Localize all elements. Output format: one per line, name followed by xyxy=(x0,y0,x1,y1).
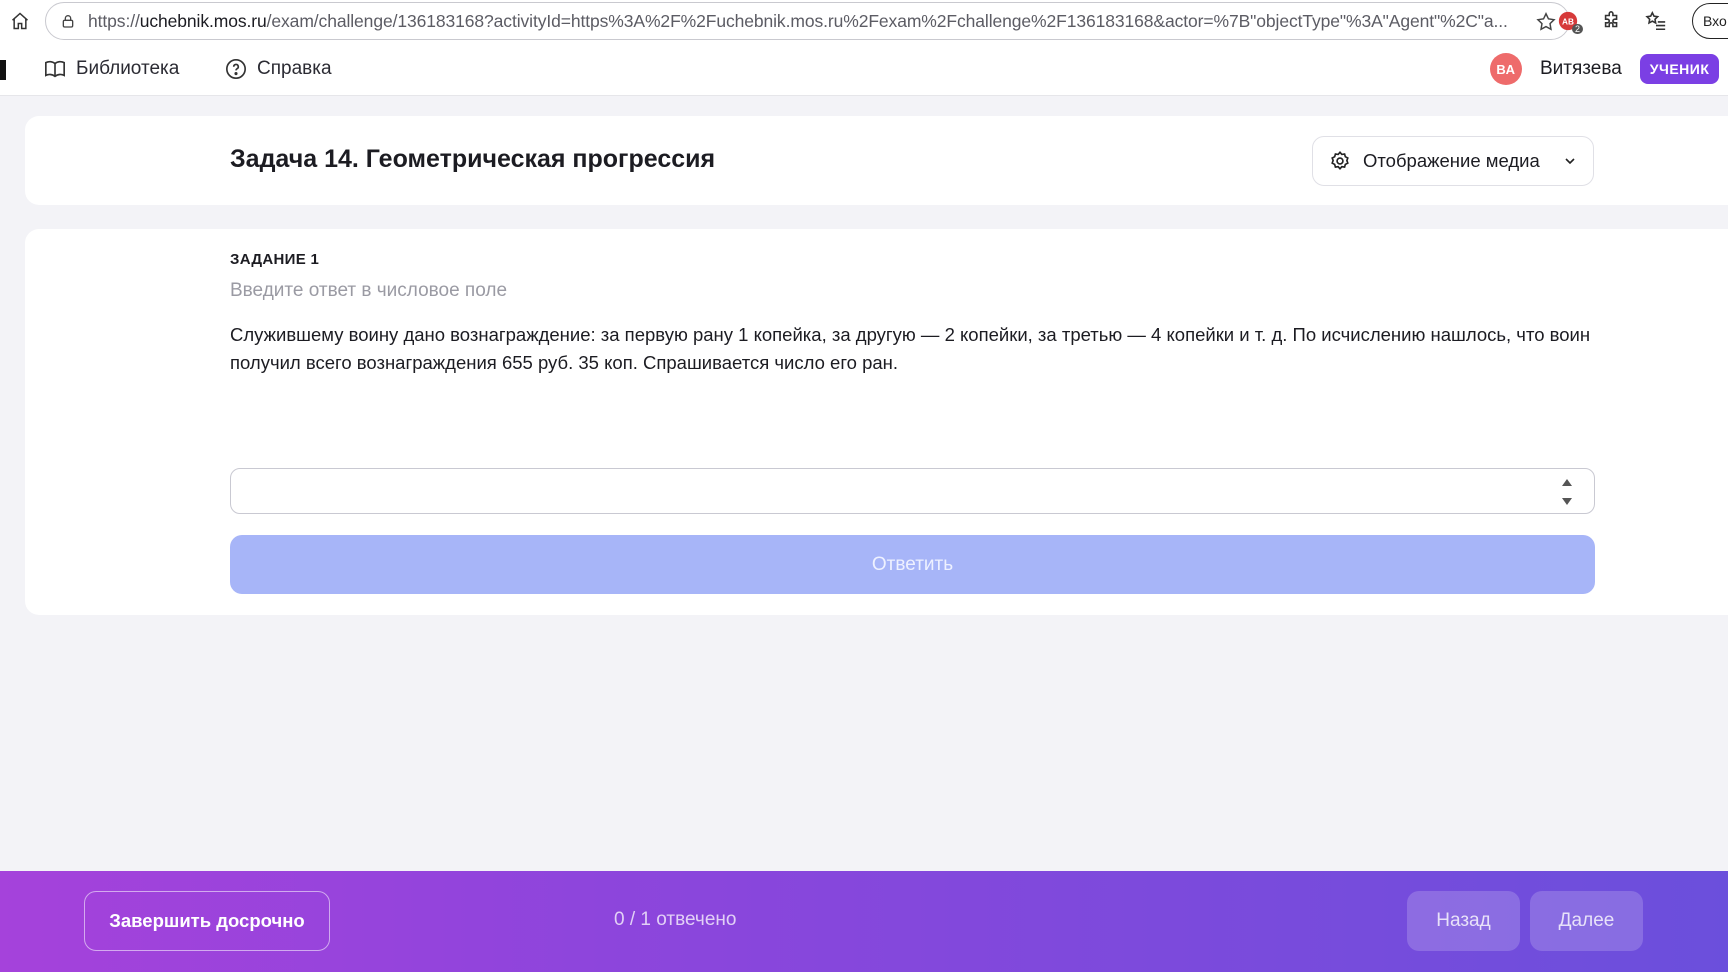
user-name[interactable]: Витязева xyxy=(1540,58,1622,80)
stepper-up-icon[interactable] xyxy=(1561,478,1573,487)
extension-badge: 2 xyxy=(1571,24,1583,34)
footer-bar: Завершить досрочно 0 / 1 отвечено Назад … xyxy=(0,871,1728,972)
avatar[interactable]: ВА xyxy=(1490,53,1522,85)
media-display-dropdown[interactable]: Отображение медиа xyxy=(1312,136,1594,186)
number-stepper[interactable] xyxy=(1560,478,1574,506)
home-icon xyxy=(12,12,28,30)
address-bar[interactable]: https://uchebnik.mos.ru/exam/challenge/1… xyxy=(45,2,1570,40)
logo-edge xyxy=(0,60,6,80)
extensions-area: AB 2 xyxy=(1555,0,1669,42)
help-circle-icon xyxy=(226,59,246,79)
home-button[interactable] xyxy=(0,0,40,42)
next-button[interactable]: Далее xyxy=(1530,891,1643,951)
task-card: ЗАДАНИЕ 1 Введите ответ в числовое поле … xyxy=(25,229,1728,615)
lock-icon xyxy=(60,13,76,29)
profile-button[interactable]: Вхо xyxy=(1692,3,1728,39)
page-title: Задача 14. Геометрическая прогрессия xyxy=(230,145,716,173)
chevron-down-icon xyxy=(1562,153,1578,169)
media-display-label: Отображение медиа xyxy=(1363,150,1540,171)
app-top-nav: Библиотека Справка ВА Витязева УЧЕНИК xyxy=(0,42,1728,96)
back-button[interactable]: Назад xyxy=(1407,891,1520,951)
puzzle-icon xyxy=(1604,11,1618,28)
stepper-down-icon[interactable] xyxy=(1561,497,1573,506)
task-hint: Введите ответ в числовое поле xyxy=(230,280,508,301)
submit-answer-button[interactable]: Ответить xyxy=(230,535,1595,594)
favorites-list-icon xyxy=(1645,10,1666,31)
favorites-button[interactable] xyxy=(1643,8,1669,34)
book-icon xyxy=(45,60,65,78)
gear-icon xyxy=(1331,151,1349,171)
nav-help-label: Справка xyxy=(257,58,332,79)
adblock-extension-button[interactable]: AB 2 xyxy=(1555,8,1583,34)
url-text: https://uchebnik.mos.ru/exam/challenge/1… xyxy=(88,10,1508,31)
nav-library[interactable]: Библиотека xyxy=(44,42,179,96)
task-header-card: Задача 14. Геометрическая прогрессия Ото… xyxy=(25,116,1728,205)
nav-library-label: Библиотека xyxy=(76,58,180,79)
task-label: ЗАДАНИЕ 1 xyxy=(230,251,320,268)
progress-text: 0 / 1 отвечено xyxy=(614,909,737,930)
role-badge: УЧЕНИК xyxy=(1639,54,1720,84)
task-text: Служившему воину дано вознаграждение: за… xyxy=(230,324,1591,373)
extensions-button[interactable] xyxy=(1599,8,1625,34)
finish-early-button[interactable]: Завершить досрочно xyxy=(84,891,330,951)
nav-help[interactable]: Справка xyxy=(225,42,332,96)
browser-toolbar: https://uchebnik.mos.ru/exam/challenge/1… xyxy=(0,0,1728,42)
answer-number-input[interactable] xyxy=(230,468,1595,514)
bookmark-star-icon[interactable] xyxy=(1535,11,1557,33)
user-menu[interactable]: ВА Витязева УЧЕНИК xyxy=(1490,42,1720,96)
